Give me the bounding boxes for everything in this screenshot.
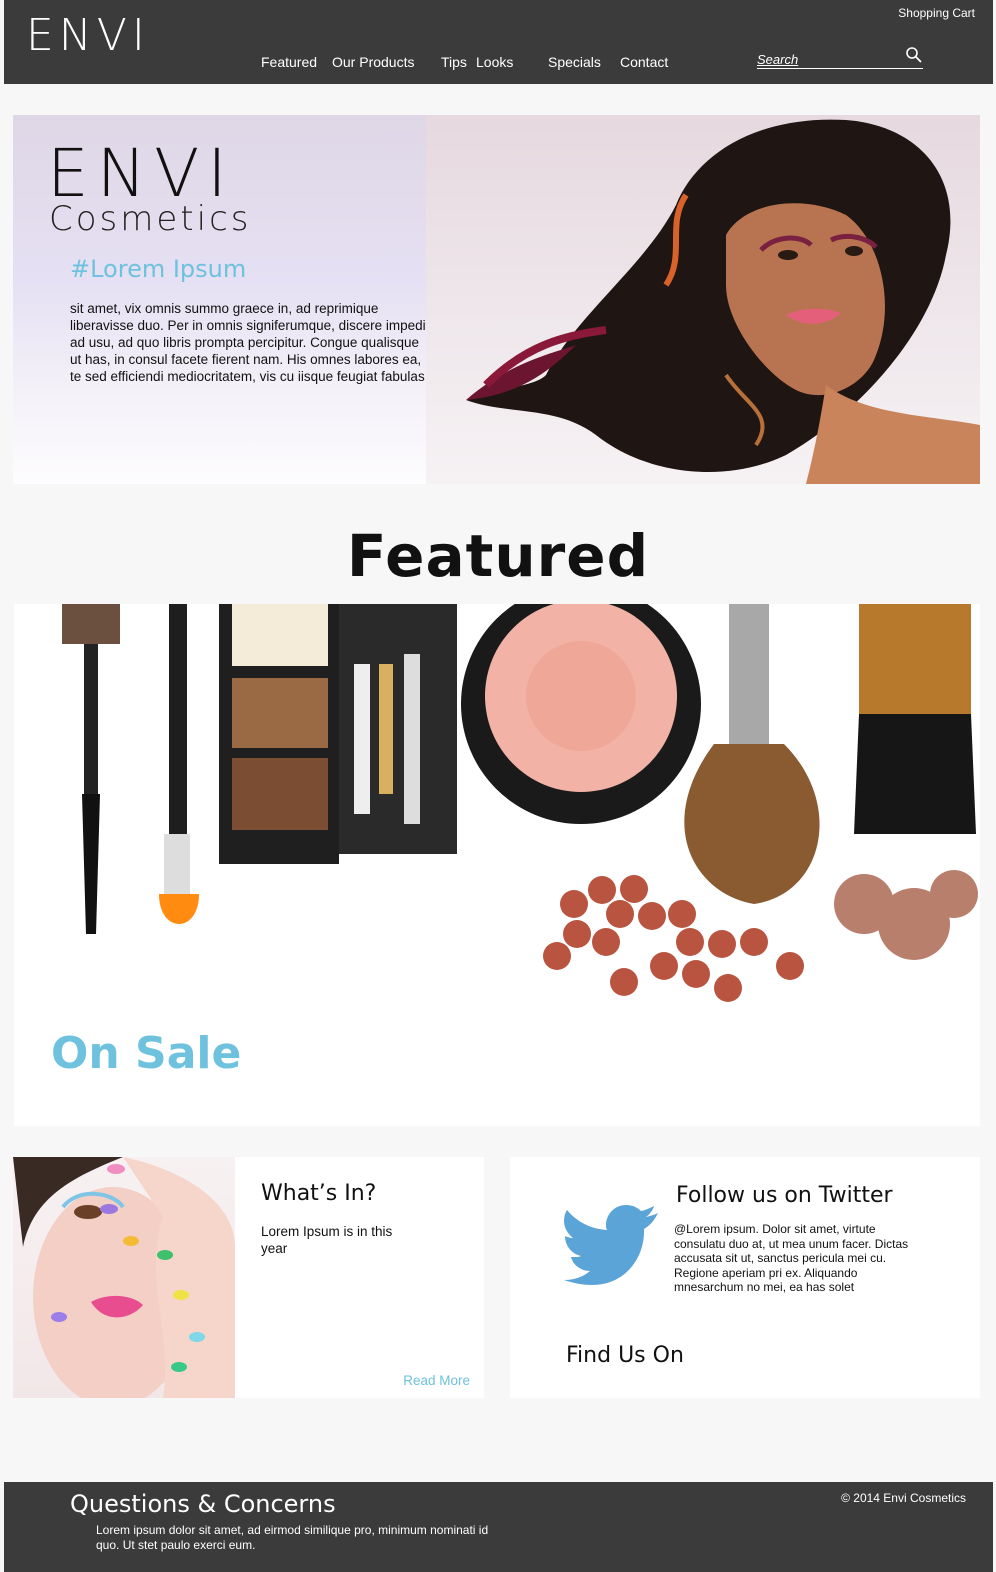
nav-featured[interactable]: Featured (261, 54, 317, 70)
hero-text-panel: ENVI Cosmetics #Lorem Ipsum sit amet, vi… (13, 115, 429, 484)
search-input[interactable] (757, 50, 897, 68)
whats-in-text: Lorem Ipsum is in this year (261, 1224, 393, 1256)
copyright-text: © 2014 Envi Cosmetics (841, 1491, 966, 1505)
hero-model-image (426, 115, 980, 484)
read-more-link[interactable]: Read More (403, 1373, 470, 1388)
hero-brand-logo: ENVI (47, 135, 235, 212)
footer-text: Lorem ipsum dolor sit amet, ad eirmod si… (96, 1523, 489, 1552)
twitter-feed-text: @Lorem ipsum. Dolor sit amet, virtute co… (674, 1222, 909, 1294)
site-logo[interactable]: ENVI (26, 14, 150, 58)
nav-our-products[interactable]: Our Products (332, 54, 414, 70)
hero-hashtag: #Lorem Ipsum (70, 255, 247, 283)
site-header: ENVI Shopping Cart Featured Our Products… (4, 0, 993, 84)
whats-in-card: What’s In? Lorem Ipsum is in this year R… (13, 1157, 484, 1398)
nav-specials[interactable]: Specials (548, 54, 601, 70)
site-footer: Questions & Concerns Lorem ipsum dolor s… (4, 1482, 993, 1572)
twitter-bird-icon[interactable] (564, 1203, 660, 1285)
nav-looks[interactable]: Looks (476, 54, 513, 70)
find-us-on-heading: Find Us On (566, 1343, 684, 1368)
twitter-card: Follow us on Twitter @Lorem ipsum. Dolor… (510, 1157, 980, 1398)
hero-paragraph: sit amet, vix omnis summo graece in, ad … (70, 301, 430, 384)
nav-contact[interactable]: Contact (620, 54, 668, 70)
search-bar (757, 46, 923, 69)
on-sale-label[interactable]: On Sale (51, 1028, 241, 1079)
featured-products-banner[interactable]: On Sale (14, 604, 980, 1126)
hero-brand-subtitle: Cosmetics (49, 199, 252, 239)
nav-tips[interactable]: Tips (441, 54, 467, 70)
shopping-cart-link[interactable]: Shopping Cart (898, 6, 975, 20)
whats-in-title: What’s In? (261, 1181, 377, 1206)
nail-model-image (13, 1157, 235, 1398)
twitter-title: Follow us on Twitter (676, 1183, 893, 1208)
makeup-products-image (62, 604, 978, 1002)
footer-title: Questions & Concerns (70, 1490, 336, 1518)
featured-heading: Featured (346, 522, 650, 590)
search-icon[interactable] (905, 46, 923, 64)
hero-banner: ENVI Cosmetics #Lorem Ipsum sit amet, vi… (13, 115, 980, 484)
